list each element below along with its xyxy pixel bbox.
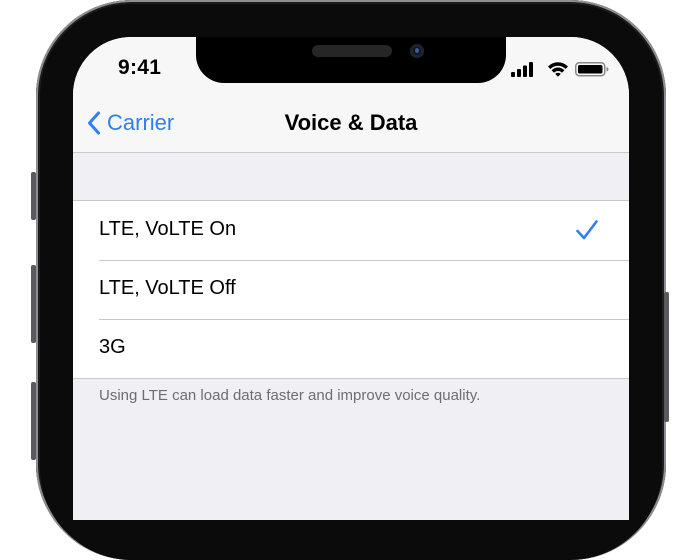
notch	[196, 37, 506, 83]
checkmark-icon	[576, 220, 598, 240]
phone-screen: 9:41 Carrier Voice & Data LTE, VoLTE On …	[73, 37, 629, 520]
navigation-bar: Carrier Voice & Data	[73, 97, 629, 153]
volume-down-button	[31, 382, 36, 460]
page-title: Voice & Data	[284, 110, 418, 135]
wifi-icon	[548, 62, 568, 77]
option-label: LTE, VoLTE On	[99, 218, 237, 240]
option-3g[interactable]: 3G	[73, 319, 629, 378]
option-label: LTE, VoLTE Off	[99, 277, 236, 299]
status-time: 9:41	[118, 56, 162, 79]
cellular-signal-icon	[511, 62, 533, 77]
volume-up-button	[31, 265, 36, 343]
battery-icon	[575, 62, 609, 77]
option-label: 3G	[99, 336, 126, 358]
front-camera	[410, 44, 424, 58]
power-button	[664, 292, 669, 422]
speaker-grille	[312, 45, 392, 57]
option-lte-volte-on[interactable]: LTE, VoLTE On	[73, 201, 629, 260]
silent-switch	[31, 172, 36, 220]
option-lte-volte-off[interactable]: LTE, VoLTE Off	[73, 260, 629, 319]
status-icons	[511, 62, 609, 77]
options-list: LTE, VoLTE On LTE, VoLTE Off 3G	[73, 200, 629, 379]
footer-note: Using LTE can load data faster and impro…	[99, 387, 481, 404]
